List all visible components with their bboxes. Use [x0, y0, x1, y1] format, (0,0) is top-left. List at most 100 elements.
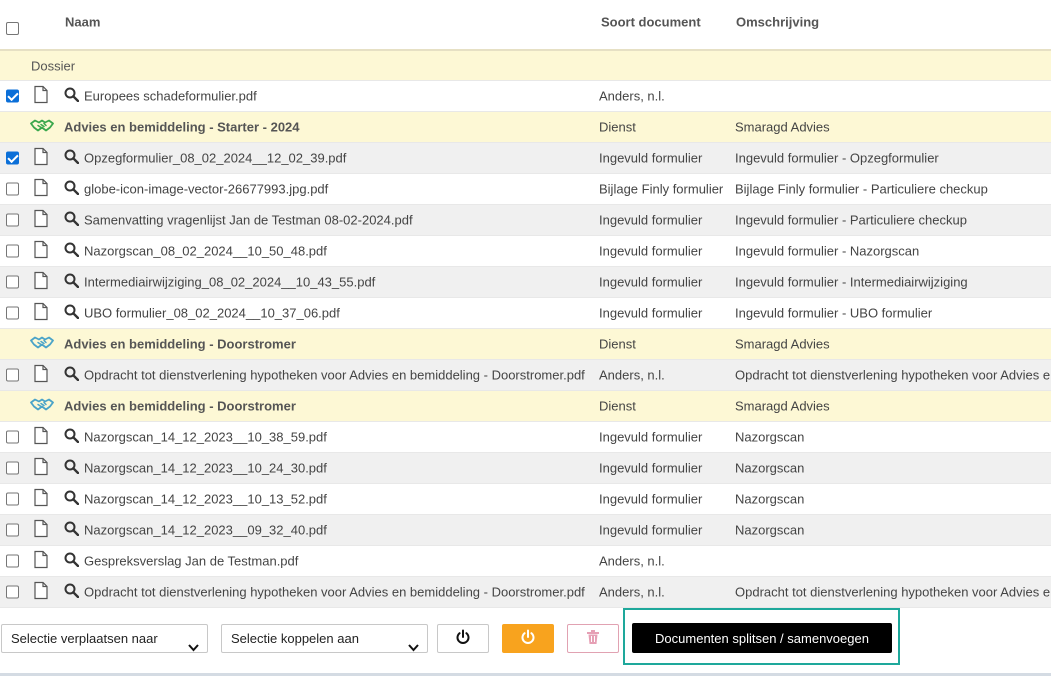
row-checkbox[interactable] [6, 306, 19, 320]
soort-document: Ingevuld formulier [599, 429, 703, 445]
document-name[interactable]: globe-icon-image-vector-26677993.jpg.pdf [84, 182, 328, 197]
document-row[interactable]: Opdracht tot dienstverlening hypotheken … [0, 577, 1051, 608]
search-icon[interactable] [64, 490, 80, 508]
search-icon[interactable] [64, 552, 80, 570]
document-icon [34, 178, 48, 200]
document-icon [34, 271, 48, 293]
chevron-down-icon [188, 634, 199, 661]
row-checkbox[interactable] [6, 430, 19, 444]
group-name[interactable]: Advies en bemiddeling - Doorstromer [64, 337, 296, 352]
document-icon [34, 550, 48, 572]
omschrijving: Ingevuld formulier - UBO formulier [735, 305, 933, 321]
move-selection-select[interactable]: Selectie verplaatsen naar [1, 624, 208, 653]
document-name[interactable]: Opdracht tot dienstverlening hypotheken … [84, 368, 585, 383]
search-icon[interactable] [64, 87, 80, 105]
split-merge-documents-button[interactable]: Documenten splitsen / samenvoegen [632, 623, 892, 653]
document-row[interactable]: UBO formulier_08_02_2024__10_37_06.pdf In… [0, 298, 1051, 329]
document-icon [34, 457, 48, 479]
service-group-row[interactable]: Advies en bemiddeling - Doorstromer Diens… [0, 391, 1051, 422]
delete-button[interactable] [567, 624, 619, 653]
search-icon[interactable] [64, 273, 80, 291]
row-checkbox[interactable] [6, 213, 19, 227]
soort-document: Anders, n.l. [599, 367, 665, 383]
row-checkbox[interactable] [6, 182, 19, 196]
documents-table: Naam Soort document Omschrijving Dossier… [0, 0, 1051, 608]
search-icon[interactable] [64, 366, 80, 384]
search-icon[interactable] [64, 428, 80, 446]
omschrijving: Smaragd Advies [735, 398, 830, 414]
dossier-label: Dossier [31, 58, 76, 73]
row-checkbox[interactable] [6, 523, 19, 537]
row-checkbox[interactable] [6, 89, 19, 103]
document-row[interactable]: Nazorgscan_14_12_2023__10_24_30.pdf Ingev… [0, 453, 1051, 484]
omschrijving: Nazorgscan [735, 460, 805, 476]
power-button[interactable] [437, 624, 489, 653]
row-checkbox[interactable] [6, 275, 19, 289]
document-row[interactable]: Gespreksverslag Jan de Testman.pdf Anders… [0, 546, 1051, 577]
search-icon[interactable] [64, 149, 80, 167]
link-selection-select[interactable]: Selectie koppelen aan [221, 624, 428, 653]
document-icon [34, 519, 48, 541]
document-name[interactable]: Nazorgscan_14_12_2023__10_24_30.pdf [84, 461, 327, 476]
search-icon[interactable] [64, 583, 80, 601]
document-row[interactable]: Europees schadeformulier.pdf Anders, n.l. [0, 81, 1051, 112]
search-icon[interactable] [64, 211, 80, 229]
document-name[interactable]: Nazorgscan_14_12_2023__10_13_52.pdf [84, 492, 327, 507]
document-name[interactable]: Europees schadeformulier.pdf [84, 89, 257, 104]
power-icon [520, 629, 536, 648]
search-icon[interactable] [64, 459, 80, 477]
document-row[interactable]: Opzegformulier_08_02_2024__12_02_39.pdf I… [0, 143, 1051, 174]
column-header-omschrijving[interactable]: Omschrijving [736, 15, 819, 30]
column-header-soort[interactable]: Soort document [601, 15, 701, 30]
row-checkbox[interactable] [6, 244, 19, 258]
document-name[interactable]: Samenvatting vragenlijst Jan de Testman … [84, 213, 413, 228]
soort-document: Ingevuld formulier [599, 491, 703, 507]
document-icon [34, 364, 48, 386]
row-checkbox[interactable] [6, 368, 19, 382]
document-name[interactable]: Gespreksverslag Jan de Testman.pdf [84, 554, 298, 569]
bottom-toolbar: Selectie verplaatsen naar Selectie koppe… [0, 608, 1051, 676]
service-group-row[interactable]: Advies en bemiddeling - Starter - 2024 Di… [0, 112, 1051, 143]
document-row[interactable]: Opdracht tot dienstverlening hypotheken … [0, 360, 1051, 391]
row-checkbox[interactable] [6, 461, 19, 475]
search-icon[interactable] [64, 242, 80, 260]
document-name[interactable]: Nazorgscan_14_12_2023__10_38_59.pdf [84, 430, 327, 445]
document-row[interactable]: Nazorgscan_14_12_2023__10_38_59.pdf Ingev… [0, 422, 1051, 453]
row-checkbox[interactable] [6, 492, 19, 506]
move-selection-value: Selectie verplaatsen naar [11, 631, 158, 646]
soort-document: Ingevuld formulier [599, 305, 703, 321]
row-checkbox[interactable] [6, 585, 19, 599]
document-name[interactable]: Nazorgscan_08_02_2024__10_50_48.pdf [84, 244, 327, 259]
document-row[interactable]: globe-icon-image-vector-26677993.jpg.pdf… [0, 174, 1051, 205]
service-group-row[interactable]: Advies en bemiddeling - Doorstromer Diens… [0, 329, 1051, 360]
document-row[interactable]: Nazorgscan_14_12_2023__10_13_52.pdf Ingev… [0, 484, 1051, 515]
document-row[interactable]: Samenvatting vragenlijst Jan de Testman … [0, 205, 1051, 236]
search-icon[interactable] [64, 304, 80, 322]
row-checkbox[interactable] [6, 554, 19, 568]
group-name[interactable]: Advies en bemiddeling - Starter - 2024 [64, 120, 300, 135]
document-row[interactable]: Intermediairwijziging_08_02_2024__10_43_… [0, 267, 1051, 298]
search-icon[interactable] [64, 180, 80, 198]
row-checkbox[interactable] [6, 151, 19, 165]
document-icon [34, 85, 48, 107]
omschrijving: Ingevuld formulier - Particuliere checku… [735, 212, 967, 228]
document-name[interactable]: Intermediairwijziging_08_02_2024__10_43_… [84, 275, 375, 290]
dossier-group-row: Dossier [0, 51, 1051, 81]
link-selection-value: Selectie koppelen aan [231, 631, 359, 646]
document-name[interactable]: UBO formulier_08_02_2024__10_37_06.pdf [84, 306, 340, 321]
omschrijving: Ingevuld formulier - Intermediairwijzigi… [735, 274, 968, 290]
column-header-naam[interactable]: Naam [65, 15, 100, 30]
soort-document: Ingevuld formulier [599, 522, 703, 538]
search-icon[interactable] [64, 521, 80, 539]
document-row[interactable]: Nazorgscan_08_02_2024__10_50_48.pdf Ingev… [0, 236, 1051, 267]
document-name[interactable]: Opzegformulier_08_02_2024__12_02_39.pdf [84, 151, 346, 166]
chevron-down-icon [408, 634, 419, 661]
power-orange-button[interactable] [502, 624, 554, 653]
document-name[interactable]: Nazorgscan_14_12_2023__09_32_40.pdf [84, 523, 327, 538]
omschrijving: Smaragd Advies [735, 119, 830, 135]
group-name[interactable]: Advies en bemiddeling - Doorstromer [64, 399, 296, 414]
select-all-checkbox[interactable] [6, 22, 19, 35]
omschrijving: Smaragd Advies [735, 336, 830, 352]
document-row[interactable]: Nazorgscan_14_12_2023__09_32_40.pdf Ingev… [0, 515, 1051, 546]
document-name[interactable]: Opdracht tot dienstverlening hypotheken … [84, 585, 585, 600]
